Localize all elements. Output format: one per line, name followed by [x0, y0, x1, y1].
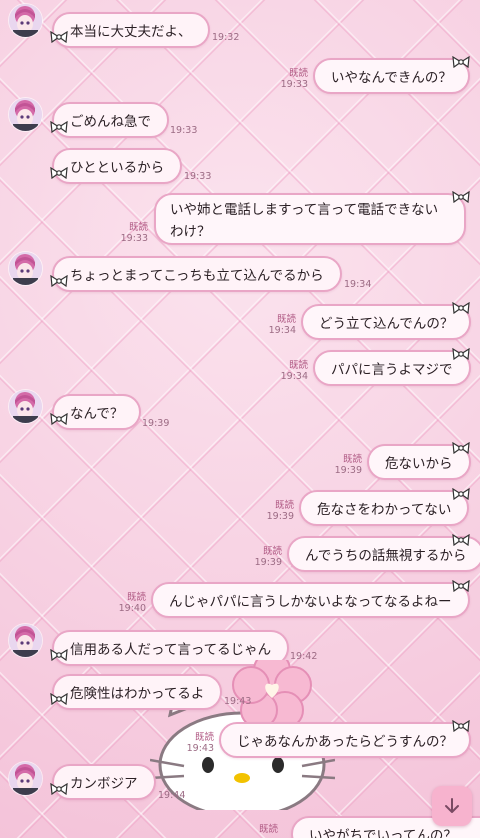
message-text: んじゃパパに言うしかないよなってなるよねー: [169, 594, 452, 610]
bow-icon: [50, 31, 68, 43]
message-text: どう立て込んでんの？: [319, 316, 454, 332]
arrow-down-icon: [445, 798, 459, 813]
message-time: 19:34: [344, 279, 372, 290]
message-bubble[interactable]: どう立て込んでんの？: [301, 304, 472, 340]
message-time: 19:39: [142, 418, 170, 429]
chat-area[interactable]: 本当に大丈夫だよ、 19:32 既読 19:33 いやなんできんの？ ごめんね急で…: [0, 0, 480, 838]
message-time: 19:39: [266, 511, 294, 522]
message-text: ちょっとまってこっちも立て込んでるから: [70, 268, 324, 284]
message-bubble[interactable]: んじゃパパに言うしかないよなってなるよねー: [151, 582, 470, 618]
message-text: パパに言うよマジで: [331, 362, 453, 378]
message-text: ひとといるから: [70, 160, 165, 176]
read-receipt: 既読: [126, 592, 146, 603]
read-receipt: 既読: [342, 454, 362, 465]
message-time: 19:39: [334, 465, 362, 476]
message-bubble[interactable]: いや姉と電話しますって言って電話できないわけ？: [154, 193, 466, 245]
avatar[interactable]: [9, 98, 42, 131]
read-receipt: 既読: [262, 546, 282, 557]
message-time: 19:44: [158, 790, 186, 801]
avatar[interactable]: [9, 624, 42, 657]
read-receipt: 既読: [194, 732, 214, 743]
bow-icon: [50, 783, 68, 795]
bow-icon: [452, 580, 470, 592]
read-receipt: 既読: [288, 68, 308, 79]
read-receipt: 既読: [274, 500, 294, 511]
message-text: 危険性はわかってるよ: [70, 686, 205, 702]
bow-icon: [452, 488, 470, 500]
bow-icon: [50, 275, 68, 287]
message-text: なんで？: [70, 406, 124, 422]
bow-icon: [452, 302, 470, 314]
read-receipt: 既読: [276, 314, 296, 325]
message-bubble[interactable]: じゃあなんかあったらどうすんの？: [219, 722, 471, 758]
bow-icon: [452, 191, 470, 203]
read-receipt: 既読: [288, 360, 308, 371]
bow-icon: [452, 534, 470, 546]
message-text: じゃあなんかあったらどうすんの？: [237, 734, 453, 750]
message-time: 19:43: [224, 696, 252, 707]
message-text: いやがちでいってんの？: [309, 828, 457, 838]
message-time: 19:33: [170, 125, 198, 136]
message-text: んでうちの話無視するから: [305, 548, 467, 564]
message-bubble[interactable]: 危険性はわかってるよ: [52, 674, 223, 710]
bow-icon: [452, 348, 470, 360]
message-text: いやなんできんの？: [331, 70, 452, 86]
bow-icon: [452, 720, 470, 732]
message-text: カンボジア: [70, 776, 138, 792]
message-time: 19:33: [280, 79, 308, 90]
bow-icon: [50, 649, 68, 661]
bow-icon: [50, 413, 68, 425]
message-time: 19:33: [120, 233, 148, 244]
message-text: 危ないから: [385, 456, 453, 472]
message-bubble[interactable]: ひとといるから: [52, 148, 183, 184]
message-time: 19:43: [186, 743, 214, 754]
message-bubble[interactable]: ちょっとまってこっちも立て込んでるから: [52, 256, 342, 292]
message-bubble[interactable]: 危なさをわかってない: [299, 490, 470, 526]
message-bubble[interactable]: いやなんできんの？: [313, 58, 470, 94]
bow-icon: [50, 167, 68, 179]
avatar[interactable]: [9, 252, 42, 285]
message-time: 19:40: [118, 603, 146, 614]
message-text: 本当に大丈夫だよ、: [70, 24, 192, 40]
message-bubble[interactable]: 本当に大丈夫だよ、: [52, 12, 210, 48]
message-time: 19:32: [212, 32, 240, 43]
scroll-to-bottom-button[interactable]: [432, 786, 472, 826]
avatar[interactable]: [9, 4, 42, 37]
avatar[interactable]: [9, 390, 42, 423]
message-text: ごめんね急で: [70, 114, 151, 130]
message-text: いや姉と電話しますって言って電話できないわけ？: [170, 202, 439, 240]
read-receipt: 既読: [258, 824, 278, 835]
avatar[interactable]: [9, 762, 42, 795]
message-bubble[interactable]: パパに言うよマジで: [313, 350, 471, 386]
message-bubble[interactable]: ごめんね急で: [52, 102, 169, 138]
message-time: 19:39: [254, 557, 282, 568]
bow-icon: [452, 442, 470, 454]
message-text: 信用ある人だって言ってるじゃん: [70, 642, 272, 658]
message-time: 19:34: [280, 371, 308, 382]
message-text: 危なさをわかってない: [317, 502, 452, 518]
bow-icon: [50, 693, 68, 705]
message-time: 19:34: [268, 325, 296, 336]
read-receipt: 既読: [128, 222, 148, 233]
message-time: 19:33: [184, 171, 212, 182]
bow-icon: [50, 121, 68, 133]
bow-icon: [452, 56, 470, 68]
